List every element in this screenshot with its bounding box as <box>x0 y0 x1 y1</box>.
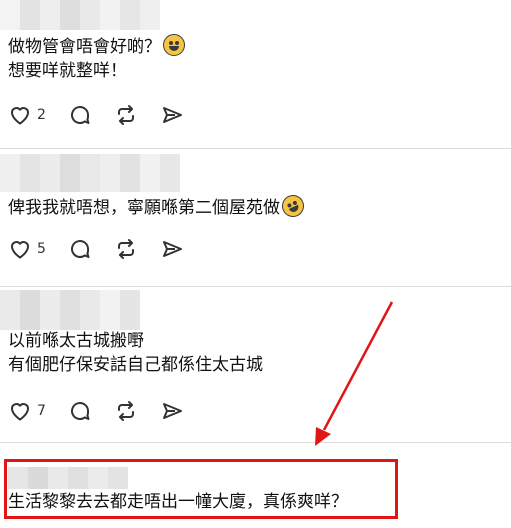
annotation-arrow <box>315 301 394 446</box>
